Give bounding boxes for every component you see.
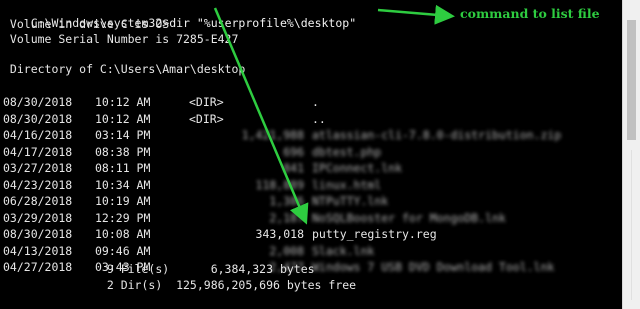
arrow-to-label — [377, 4, 455, 25]
arrow-to-file — [213, 7, 309, 225]
annotation-arrows — [213, 4, 455, 225]
